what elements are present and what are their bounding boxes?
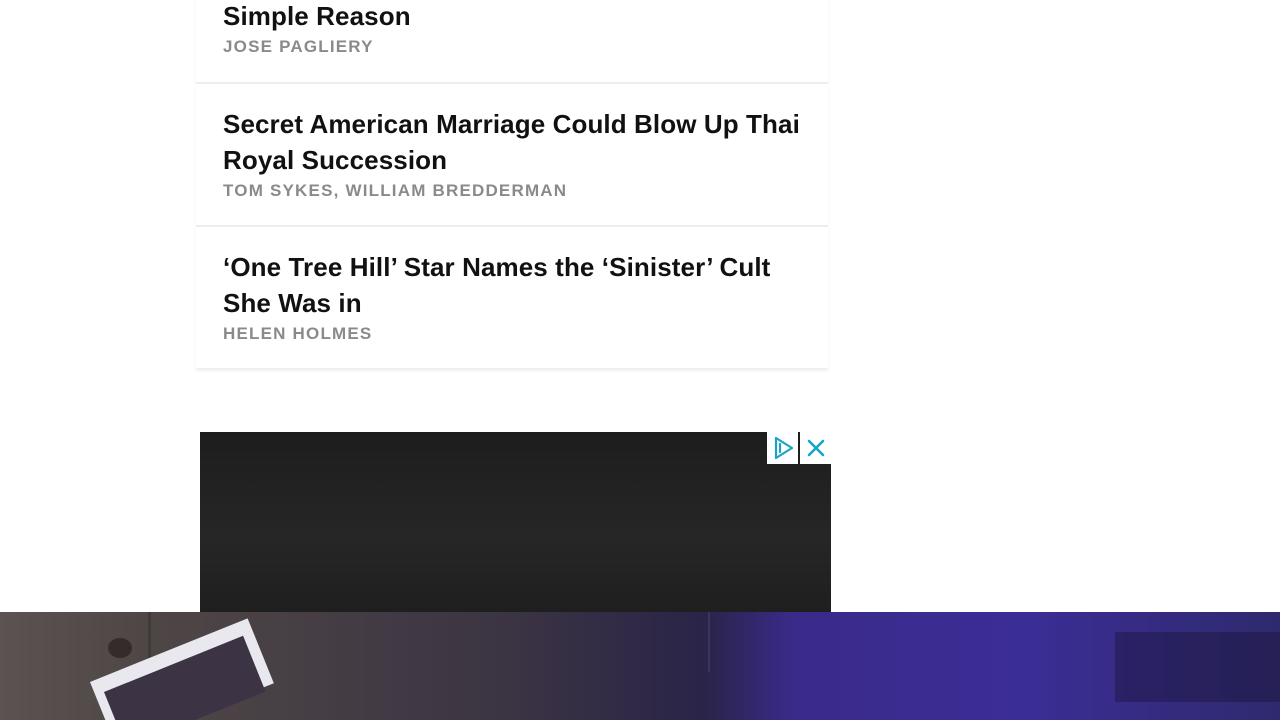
close-icon[interactable] <box>800 432 831 464</box>
story-headline[interactable]: Simple Reason <box>223 0 802 34</box>
story-byline[interactable]: JOSE PAGLIERY <box>223 36 802 58</box>
story-headline[interactable]: Secret American Marriage Could Blow Up T… <box>223 106 802 178</box>
story-byline[interactable]: HELEN HOLMES <box>223 323 802 345</box>
story-item[interactable]: ‘One Tree Hill’ Star Names the ‘Sinister… <box>196 227 828 370</box>
story-item[interactable]: Simple Reason JOSE PAGLIERY <box>196 0 828 84</box>
adchoices-icon[interactable] <box>767 432 798 464</box>
video-ad[interactable] <box>200 432 831 622</box>
page: Simple Reason JOSE PAGLIERY Secret Ameri… <box>0 0 1280 720</box>
story-byline[interactable]: TOM SYKES, WILLIAM BREDDERMAN <box>223 180 802 202</box>
wood-knot <box>108 638 132 658</box>
story-list: Simple Reason JOSE PAGLIERY Secret Ameri… <box>196 0 828 370</box>
story-item[interactable]: Secret American Marriage Could Blow Up T… <box>196 84 828 227</box>
story-headline[interactable]: ‘One Tree Hill’ Star Names the ‘Sinister… <box>223 249 802 321</box>
wood-plank-shadow <box>1115 632 1280 702</box>
ad-controls <box>767 432 831 464</box>
bottom-banner-image <box>0 612 1280 720</box>
wood-plank-seam <box>708 612 710 672</box>
